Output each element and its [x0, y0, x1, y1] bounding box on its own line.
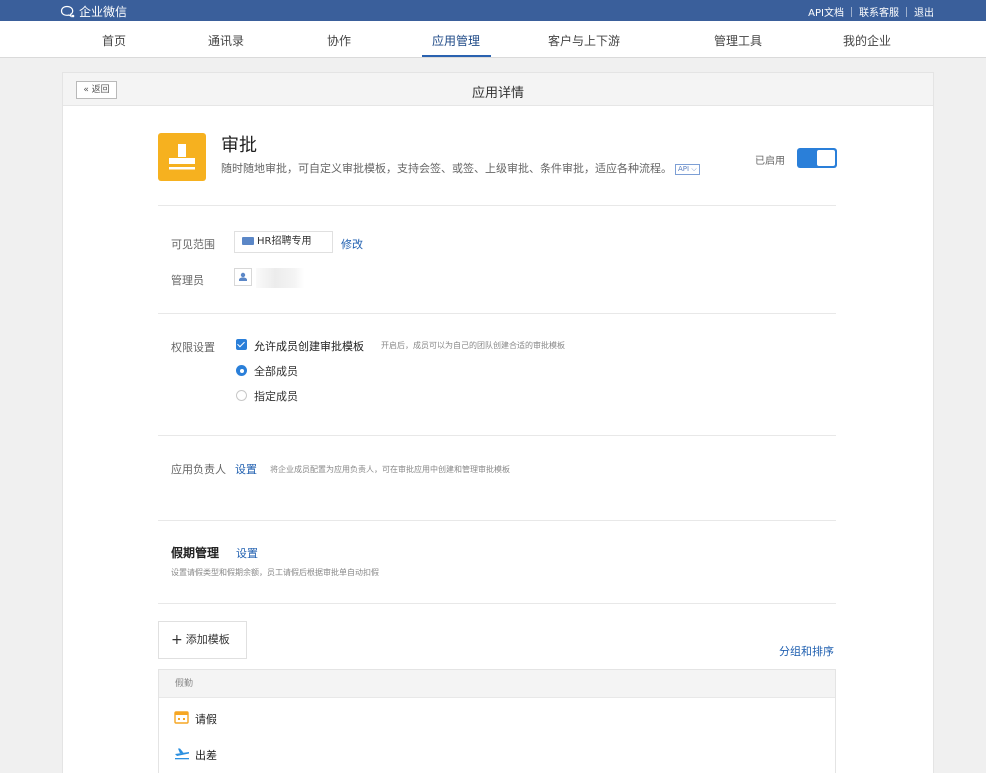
app-detail-card: « 返回 应用详情 审批 随时随地审批，可自定义审批模板，支持会签、或签、上级审… [62, 72, 934, 773]
divider [158, 205, 836, 206]
divider [158, 435, 836, 436]
admin-name-redacted [256, 268, 304, 288]
logout-link[interactable]: 退出 [914, 4, 934, 19]
divider [158, 520, 836, 521]
list-item[interactable]: 出差 [159, 736, 835, 772]
admin-entry [234, 268, 304, 288]
toggle-knob [817, 150, 835, 166]
add-template-label: 添加模板 [185, 633, 230, 646]
api-tag-label: API [678, 165, 690, 173]
divider [851, 6, 852, 17]
permission-label: 权限设置 [171, 341, 215, 354]
visibility-scope-value: HR招聘专用 [257, 236, 312, 247]
set-owner-link[interactable]: 设置 [235, 461, 257, 477]
divider [158, 313, 836, 314]
template-list: 假勤 请假 出差 [158, 669, 836, 773]
leave-settings-link[interactable]: 设置 [236, 545, 258, 561]
nav-item-customers[interactable]: 客户与上下游 [548, 32, 620, 49]
plus-icon: + [171, 632, 183, 648]
allow-create-template-checkbox[interactable] [236, 339, 247, 350]
top-links: API文档 联系客服 退出 [808, 4, 934, 19]
calendar-icon [174, 710, 189, 724]
group-and-sort-link[interactable]: 分组和排序 [779, 643, 834, 659]
owner-hint: 将企业成员配置为应用负责人，可在审批应用中创建和管理审批模板 [270, 465, 510, 474]
card-header: « 返回 应用详情 [63, 73, 933, 106]
visibility-scope: HR招聘专用 [234, 231, 333, 253]
app-owner-label: 应用负责人 [171, 463, 226, 476]
app-name: 审批 [221, 135, 257, 156]
divider [906, 6, 907, 17]
edit-visibility-link[interactable]: 修改 [341, 236, 363, 252]
enabled-status: 已启用 [755, 156, 785, 167]
permission-hint: 开启后，成员可以为自己的团队创建合适的审批模板 [381, 341, 565, 350]
template-group-header: 假勤 [159, 670, 835, 698]
logo-text: 企业微信 [79, 5, 128, 19]
wecom-logo-icon [60, 5, 76, 19]
app-description-text: 随时随地审批，可自定义审批模板，支持会签、或签、上级审批、条件审批，适应各种流程… [221, 162, 672, 175]
nav-item-contacts[interactable]: 通讯录 [208, 32, 244, 49]
api-dropdown[interactable]: API ⌵ [675, 164, 700, 175]
leave-hint: 设置请假类型和假期余额，员工请假后根据审批单自动扣假 [171, 568, 379, 577]
nav-item-collaboration[interactable]: 协作 [327, 32, 351, 49]
nav-item-app-management[interactable]: 应用管理 [432, 32, 480, 49]
folder-icon [242, 237, 254, 245]
nav-item-my-enterprise[interactable]: 我的企业 [843, 32, 891, 49]
app-description: 随时随地审批，可自定义审批模板，支持会签、或签、上级审批、条件审批，适应各种流程… [221, 160, 700, 176]
add-template-button[interactable]: + 添加模板 [158, 621, 247, 659]
nav-item-home[interactable]: 首页 [102, 32, 126, 49]
active-tab-indicator [422, 55, 491, 57]
nav-item-management-tools[interactable]: 管理工具 [714, 32, 762, 49]
airplane-icon [174, 746, 190, 760]
all-members-label: 全部成员 [254, 365, 298, 378]
logo[interactable]: 企业微信 [60, 3, 127, 20]
allow-create-template-label: 允许成员创建审批模板 [254, 340, 364, 353]
approval-app-icon [158, 133, 206, 181]
main-nav: 首页 通讯录 协作 应用管理 客户与上下游 管理工具 我的企业 [0, 21, 986, 58]
page-title: 应用详情 [471, 86, 524, 101]
api-docs-link[interactable]: API文档 [808, 4, 844, 19]
template-name: 出差 [195, 749, 217, 762]
admin-label: 管理员 [171, 274, 204, 287]
divider [158, 603, 836, 604]
specific-members-label: 指定成员 [254, 390, 298, 403]
leave-management-title: 假期管理 [171, 546, 220, 560]
template-name: 请假 [195, 713, 217, 726]
top-bar: 企业微信 API文档 联系客服 退出 [0, 0, 986, 21]
list-item[interactable]: 请假 [159, 700, 835, 736]
specific-members-radio[interactable] [236, 390, 247, 401]
contact-support-link[interactable]: 联系客服 [859, 4, 899, 19]
visibility-label: 可见范围 [171, 238, 215, 251]
all-members-radio[interactable] [236, 365, 247, 376]
user-icon [234, 268, 252, 286]
enable-toggle[interactable] [797, 148, 837, 168]
chevron-down-icon: ⌵ [691, 165, 697, 173]
